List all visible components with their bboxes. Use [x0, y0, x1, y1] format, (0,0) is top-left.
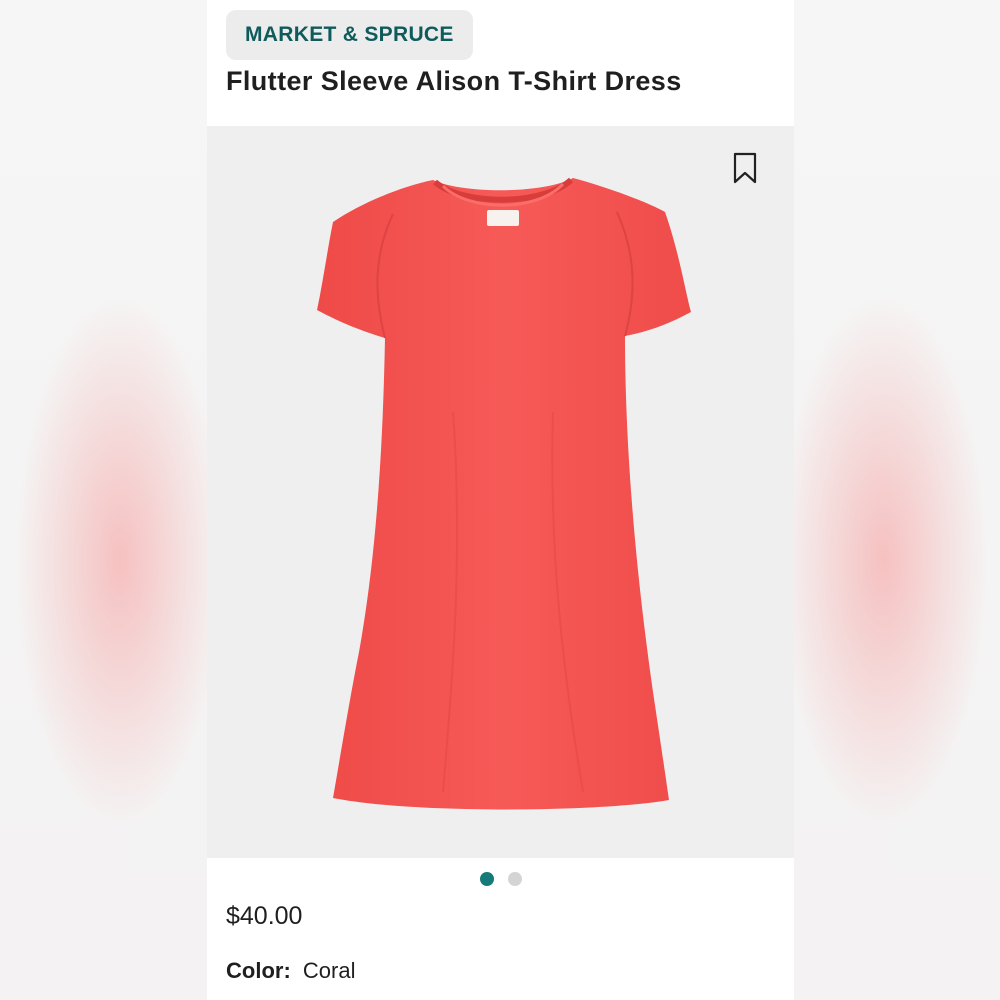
product-image-carousel[interactable] [207, 126, 794, 858]
carousel-dot-1[interactable] [479, 872, 494, 886]
dress-body [317, 178, 691, 810]
product-image [317, 177, 691, 810]
carousel-dot-2[interactable] [507, 872, 522, 886]
color-label: Color: [226, 958, 291, 983]
product-title: Flutter Sleeve Alison T-Shirt Dress [226, 66, 682, 96]
product-card: MARKET & SPRUCE Flutter Sleeve Alison T-… [207, 0, 794, 1000]
carousel-dots [207, 872, 794, 888]
right-background-blur [793, 0, 1000, 1000]
color-value: Coral [302, 958, 356, 983]
brand-badge[interactable]: MARKET & SPRUCE [226, 10, 473, 60]
bookmark-icon[interactable] [733, 152, 757, 184]
brand-tag [487, 210, 519, 226]
left-background-blur [0, 0, 207, 1000]
color-row: Color: Coral [226, 958, 355, 984]
product-price: $40.00 [226, 902, 303, 930]
